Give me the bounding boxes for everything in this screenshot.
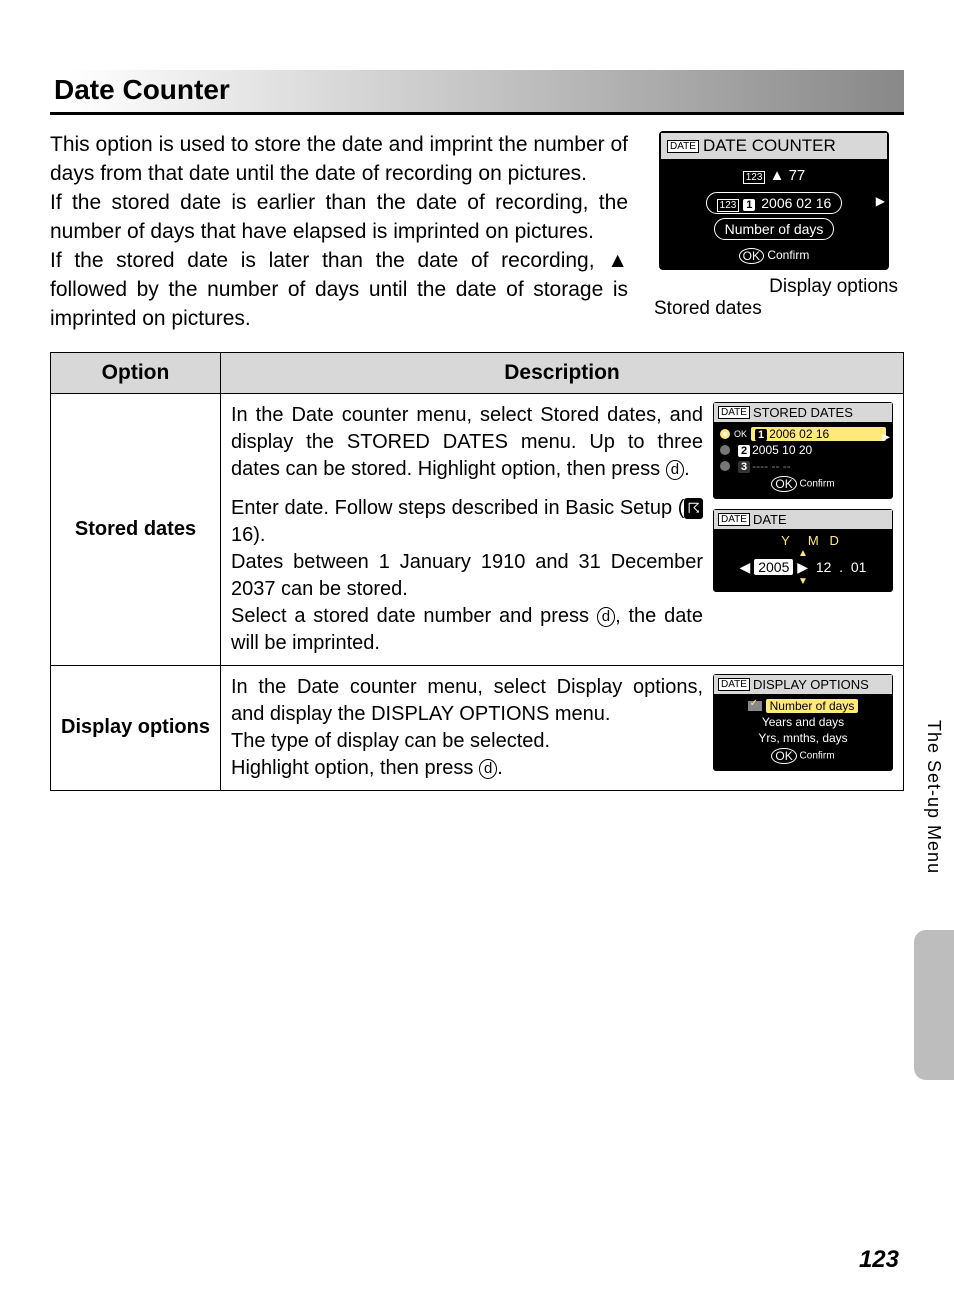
- date-month: 12: [816, 559, 832, 575]
- row2-p3b: .: [497, 757, 503, 779]
- display-options-title: DISPLAY OPTIONS: [753, 677, 869, 692]
- intro-p1: This option is used to store the date an…: [50, 133, 628, 185]
- page-number: 123: [859, 1246, 899, 1274]
- radio-selected-icon: [720, 429, 730, 439]
- display-opt-3: Yrs, mnths, days: [758, 731, 847, 745]
- main-lcd-count: ▲ 77: [770, 167, 806, 184]
- display-opt-2: Years and days: [762, 715, 844, 729]
- main-lcd-title: DATE COUNTER: [703, 136, 836, 156]
- option-bubble: Number of days: [714, 218, 835, 240]
- date-icon: DATE: [718, 678, 750, 691]
- ok-icon: d: [597, 607, 615, 627]
- callout-stored-dates: Stored dates: [644, 298, 898, 320]
- row2-p1: In the Date counter menu, select Display…: [231, 676, 703, 725]
- stored-date-2: 2005 10 20: [752, 443, 812, 457]
- arrow-right-icon: ▶: [876, 194, 885, 208]
- side-tab-label: The Set-up Menu: [923, 720, 944, 874]
- row2-desc: In the Date counter menu, select Display…: [231, 674, 703, 782]
- stored-dates-confirm: Confirm: [800, 478, 835, 489]
- num-icon: 123: [743, 171, 766, 184]
- options-table: Option Description Stored dates In the D…: [50, 352, 904, 791]
- row1-p3: Dates between 1 January 1910 and 31 Dece…: [231, 551, 703, 600]
- th-description: Description: [221, 352, 904, 393]
- radio-icon: [720, 461, 730, 471]
- arrow-right-icon: ▶: [882, 432, 890, 443]
- th-option: Option: [51, 352, 221, 393]
- row1-p1: In the Date counter menu, select Stored …: [231, 404, 703, 480]
- ok-icon: d: [666, 460, 684, 480]
- date-icon: DATE: [718, 513, 750, 526]
- section-heading: Date Counter: [50, 70, 904, 115]
- date-entry-title: DATE: [753, 512, 787, 527]
- row1-desc: In the Date counter menu, select Stored …: [231, 402, 703, 657]
- stored-date-1: 2006 02 16: [769, 427, 829, 441]
- display-opt-1: Number of days: [766, 699, 859, 713]
- stored-dates-title: STORED DATES: [753, 405, 853, 420]
- table-row: Display options In the Date counter menu…: [51, 665, 904, 790]
- date-icon: DATE: [667, 140, 699, 153]
- intro-p2: If the stored date is earlier than the d…: [50, 191, 628, 243]
- table-row: Stored dates In the Date counter menu, s…: [51, 393, 904, 665]
- row2-p3a: Highlight option, then press: [231, 757, 479, 779]
- callout-display-options: Display options: [644, 276, 898, 298]
- row1-p2b: 16).: [231, 524, 265, 546]
- check-icon: [748, 701, 762, 711]
- row1-p1-suffix: .: [684, 458, 690, 480]
- stored-dates-screen: DATE STORED DATES ▶ OK12006 02 16 22005 …: [713, 402, 893, 499]
- stored-date-3: ---- -- --: [752, 459, 791, 473]
- stored-date-bubble: 123 1 2006 02 16: [706, 192, 843, 214]
- date-day: 01: [851, 559, 867, 575]
- row1-label: Stored dates: [51, 393, 221, 665]
- row1-p4a: Select a stored date number and press: [231, 605, 597, 627]
- intro-p3: If the stored date is later than the dat…: [50, 249, 628, 330]
- manual-ref-icon: ☈: [684, 498, 703, 519]
- radio-icon: [720, 445, 730, 455]
- date-year: 2005: [754, 559, 793, 575]
- display-options-screen: DATE DISPLAY OPTIONS Number of days Year…: [713, 674, 893, 771]
- intro-block: This option is used to store the date an…: [50, 131, 904, 334]
- row2-p2: The type of display can be selected.: [231, 730, 550, 752]
- main-lcd-screen: DATE DATE COUNTER 123 ▲ 77 123 1 2006 02…: [659, 131, 889, 270]
- row2-label: Display options: [51, 665, 221, 790]
- side-thumb-tab: [914, 930, 954, 1080]
- ok-icon: d: [479, 759, 497, 779]
- intro-text: This option is used to store the date an…: [50, 131, 628, 334]
- row1-p2a: Enter date. Follow steps described in Ba…: [231, 497, 684, 519]
- main-lcd-stored-date: 2006 02 16: [761, 195, 831, 211]
- date-icon: DATE: [718, 406, 750, 419]
- display-options-confirm: Confirm: [800, 750, 835, 761]
- main-lcd-confirm: Confirm: [767, 248, 809, 262]
- date-entry-screen: DATE DATE Y M D ▲ ◀: [713, 509, 893, 592]
- callouts: Display options Stored dates: [644, 276, 904, 320]
